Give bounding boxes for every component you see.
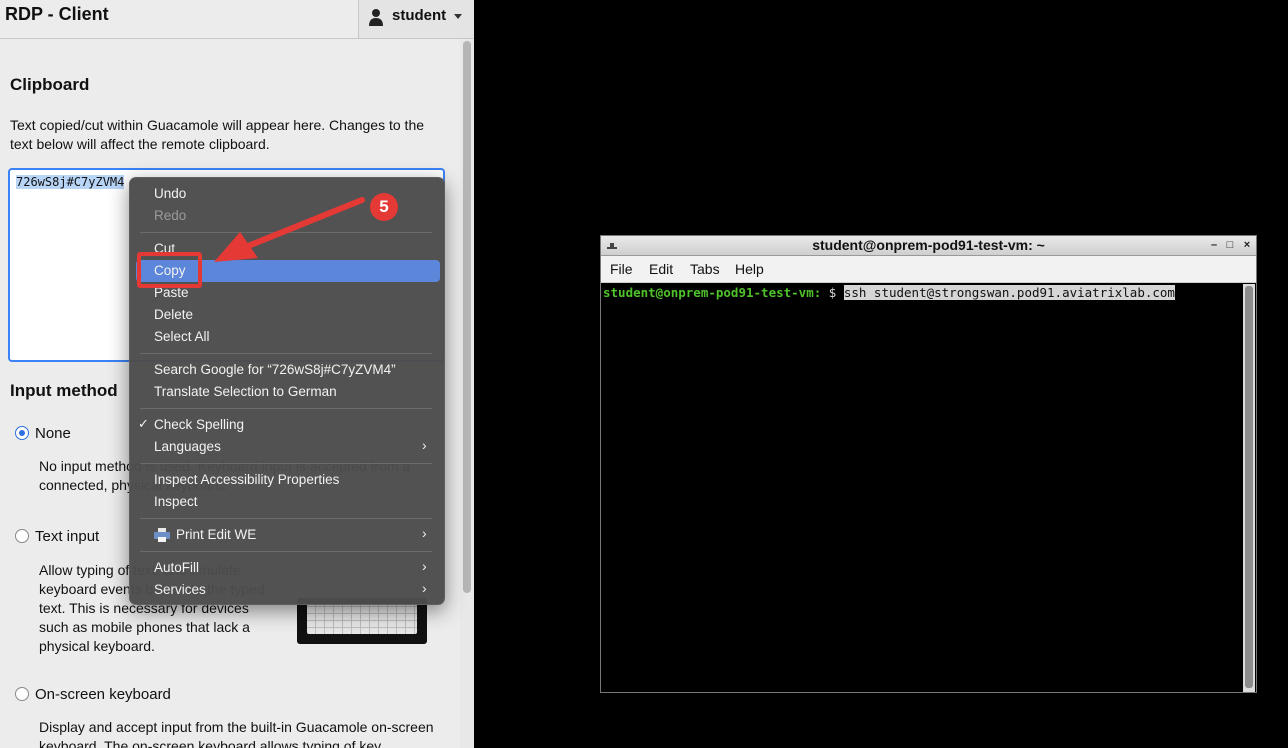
menu-separator [140, 518, 432, 519]
terminal-body[interactable]: student@onprem-pod91-test-vm: $ ssh stud… [601, 283, 1241, 692]
menu-item-delete[interactable]: Delete [154, 307, 193, 322]
close-icon[interactable]: × [1240, 238, 1254, 252]
panel-scrollbar[interactable] [460, 39, 474, 748]
input-method-heading: Input method [10, 381, 118, 400]
radio-text-input[interactable] [15, 529, 29, 543]
terminal-window: student@onprem-pod91-test-vm: ~ – □ × Fi… [600, 235, 1257, 693]
onscreen-keyboard-description: Display and accept input from the built-… [39, 719, 434, 748]
user-menu-button[interactable]: student [358, 0, 474, 38]
menu-item-services[interactable]: Services [154, 582, 206, 597]
menu-tabs[interactable]: Tabs [690, 261, 720, 277]
step-number-badge: 5 [370, 193, 398, 221]
menu-item-languages[interactable]: Languages [154, 439, 221, 454]
checkmark-icon: ✓ [138, 416, 149, 431]
clipboard-description: Text copied/cut within Guacamole will ap… [10, 117, 425, 152]
user-icon [369, 9, 383, 26]
menu-file[interactable]: File [610, 261, 633, 277]
radio-onscreen-keyboard-label[interactable]: On-screen keyboard [35, 686, 171, 703]
clipboard-value: 726wS8j#C7yZVM4 [16, 175, 125, 189]
panel-header: RDP - Client student [0, 0, 474, 39]
menu-item-translate[interactable]: Translate Selection to German [154, 384, 337, 399]
annotation-highlight-box [137, 252, 202, 288]
menu-item-autofill[interactable]: AutoFill [154, 560, 199, 575]
menu-separator [140, 232, 432, 233]
terminal-title: student@onprem-pod91-test-vm: ~ [812, 237, 1045, 253]
terminal-menubar: File Edit Tabs Help [601, 256, 1256, 283]
menu-separator [140, 551, 432, 552]
menu-item-inspect[interactable]: Inspect [154, 494, 198, 509]
panel-scrollbar-thumb[interactable] [463, 41, 471, 593]
menu-item-redo[interactable]: Redo [154, 208, 186, 223]
radio-text-input-label[interactable]: Text input [35, 528, 99, 545]
menu-item-inspect-accessibility[interactable]: Inspect Accessibility Properties [154, 472, 339, 487]
minimize-icon[interactable]: – [1207, 238, 1221, 252]
chevron-right-icon: › [422, 580, 427, 596]
panel-title: RDP - Client [5, 4, 109, 24]
menu-separator [140, 463, 432, 464]
terminal-line: student@onprem-pod91-test-vm: $ ssh stud… [603, 285, 1175, 300]
terminal-scrollbar-thumb[interactable] [1245, 286, 1253, 688]
terminal-titlebar[interactable]: student@onprem-pod91-test-vm: ~ – □ × [601, 236, 1256, 256]
menu-help[interactable]: Help [735, 261, 764, 277]
context-menu: Undo Redo Cut Copy Paste Delete Select A… [129, 177, 445, 605]
menu-item-undo[interactable]: Undo [154, 186, 186, 201]
chevron-down-icon [454, 14, 462, 19]
chevron-right-icon: › [422, 437, 427, 453]
menu-item-print-edit-we[interactable]: Print Edit WE [176, 527, 256, 542]
chevron-right-icon: › [422, 525, 427, 541]
radio-none[interactable] [15, 426, 29, 440]
terminal-prompt: student@onprem-pod91-test-vm: [603, 285, 822, 300]
menu-separator [140, 408, 432, 409]
clipboard-heading: Clipboard [10, 75, 90, 94]
menu-item-select-all[interactable]: Select All [154, 329, 210, 344]
radio-onscreen-keyboard[interactable] [15, 687, 29, 701]
terminal-command: ssh student@strongswan.pod91.aviatrixlab… [843, 285, 1175, 300]
printer-icon [154, 528, 170, 542]
radio-none-label[interactable]: None [35, 425, 71, 442]
menu-separator [140, 353, 432, 354]
terminal-prompt-suffix: $ [821, 285, 844, 300]
terminal-scrollbar[interactable] [1243, 284, 1255, 692]
user-name: student [392, 7, 447, 24]
chevron-right-icon: › [422, 558, 427, 574]
menu-item-check-spelling[interactable]: Check Spelling [154, 417, 244, 432]
maximize-icon[interactable]: □ [1223, 238, 1237, 252]
menu-edit[interactable]: Edit [649, 261, 673, 277]
menu-item-search-google[interactable]: Search Google for “726wS8j#C7yZVM4” [154, 362, 396, 377]
